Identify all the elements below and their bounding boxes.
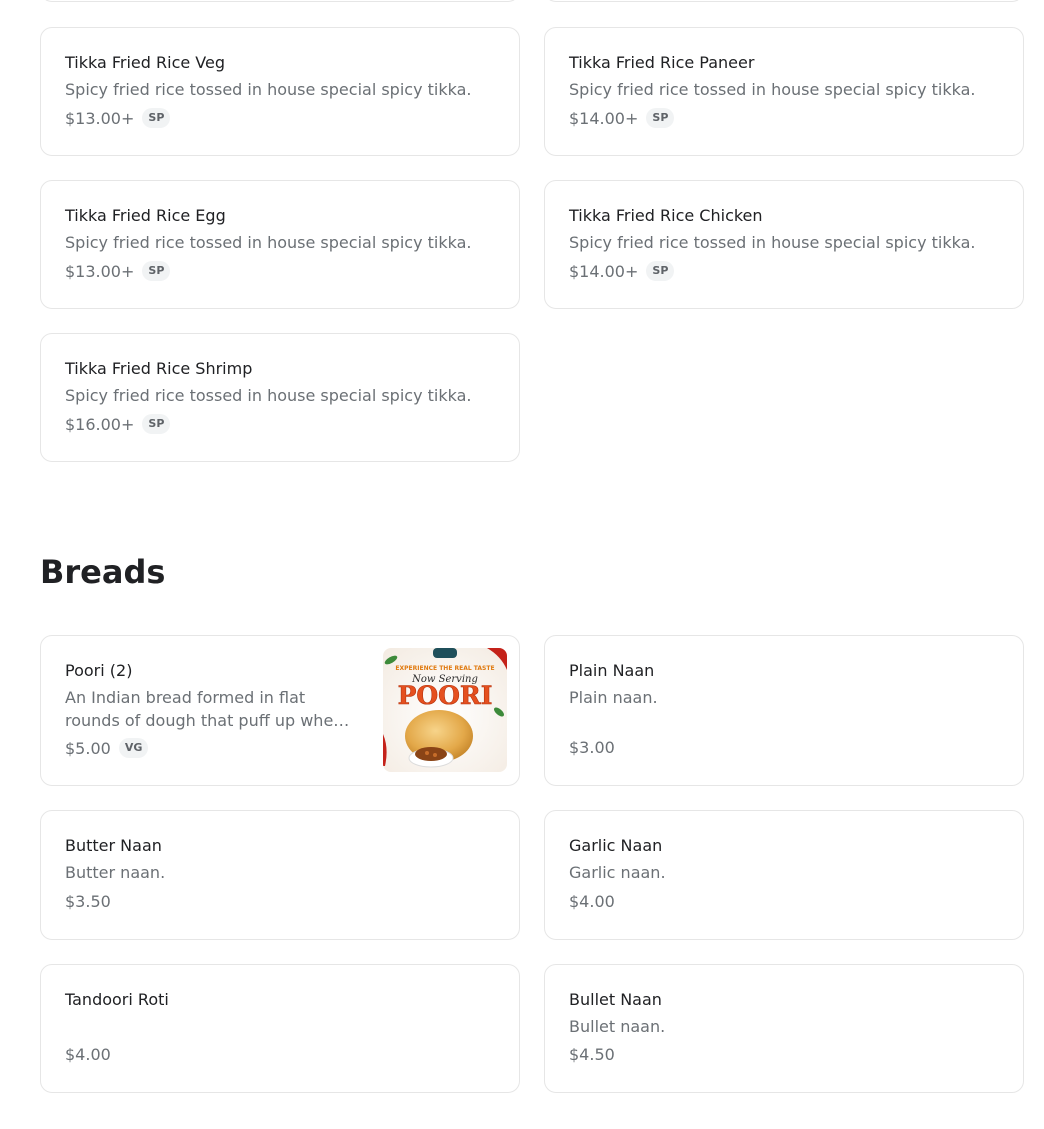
item-price: $4.00 xyxy=(569,892,615,911)
image-headline: POORI xyxy=(398,681,493,710)
menu-item-card[interactable]: Tandoori Roti $4.00 xyxy=(40,964,520,1093)
spicy-badge: SP xyxy=(142,261,171,281)
item-name: Tikka Fried Rice Paneer xyxy=(569,53,755,72)
item-name: Tikka Fried Rice Egg xyxy=(65,206,226,225)
menu-item-card[interactable]: Plain Naan Plain naan. $3.00 xyxy=(544,635,1024,786)
item-name: Bullet Naan xyxy=(569,990,662,1009)
spicy-badge: SP xyxy=(142,108,171,128)
spicy-badge: SP xyxy=(142,414,171,434)
item-price: $4.00 xyxy=(65,1045,111,1064)
item-description: Spicy fried rice tossed in house special… xyxy=(65,386,472,405)
previous-card-edge xyxy=(40,0,520,2)
image-tagline: EXPERIENCE THE REAL TASTE xyxy=(395,665,494,672)
menu-item-card[interactable]: Tikka Fried Rice Veg Spicy fried rice to… xyxy=(40,27,520,156)
item-description: Garlic naan. xyxy=(569,863,666,882)
menu-item-card[interactable]: Garlic Naan Garlic naan. $4.00 xyxy=(544,810,1024,940)
spicy-badge: SP xyxy=(646,261,675,281)
item-description: Spicy fried rice tossed in house special… xyxy=(65,80,472,99)
item-name: Plain Naan xyxy=(569,661,655,680)
menu-item-card[interactable]: Tikka Fried Rice Paneer Spicy fried rice… xyxy=(544,27,1024,156)
menu-item-card[interactable]: Tikka Fried Rice Chicken Spicy fried ric… xyxy=(544,180,1024,309)
item-price: $14.00+ xyxy=(569,261,639,281)
item-price: $13.00+ xyxy=(65,261,135,281)
item-price: $5.00 xyxy=(65,738,111,758)
section-title: Breads xyxy=(40,553,166,591)
menu-item-card[interactable]: Bullet Naan Bullet naan. $4.50 xyxy=(544,964,1024,1093)
item-price: $16.00+ xyxy=(65,414,135,434)
menu-item-card[interactable]: Tikka Fried Rice Egg Spicy fried rice to… xyxy=(40,180,520,309)
item-price: $13.00+ xyxy=(65,108,135,128)
item-description: Bullet naan. xyxy=(569,1017,666,1036)
item-price: $14.00+ xyxy=(569,108,639,128)
menu-item-card[interactable]: Butter Naan Butter naan. $3.50 xyxy=(40,810,520,940)
spicy-badge: SP xyxy=(646,108,675,128)
item-description: Butter naan. xyxy=(65,863,166,882)
item-name: Garlic Naan xyxy=(569,836,663,855)
item-description: Plain naan. xyxy=(569,688,658,707)
item-description: Spicy fried rice tossed in house special… xyxy=(65,233,472,252)
item-price: $4.50 xyxy=(569,1045,615,1064)
item-price: $3.50 xyxy=(65,892,111,911)
item-name: Tikka Fried Rice Chicken xyxy=(569,206,763,225)
item-price: $3.00 xyxy=(569,738,615,757)
item-name: Tikka Fried Rice Shrimp xyxy=(65,359,253,378)
item-name: Butter Naan xyxy=(65,836,162,855)
item-description: Spicy fried rice tossed in house special… xyxy=(569,233,976,252)
item-description: An Indian bread formed in flat rounds of… xyxy=(65,688,344,730)
previous-card-edge xyxy=(544,0,1024,2)
item-name: Tandoori Roti xyxy=(65,990,169,1009)
poori-photo: EXPERIENCE THE REAL TASTE Now Serving PO… xyxy=(383,648,507,772)
vegan-badge: VG xyxy=(118,738,149,758)
menu-item-card[interactable]: Tikka Fried Rice Shrimp Spicy fried rice… xyxy=(40,333,520,462)
item-name: Tikka Fried Rice Veg xyxy=(65,53,226,72)
item-description: Spicy fried rice tossed in house special… xyxy=(569,80,976,99)
menu-item-card[interactable]: Poori (2) An Indian bread formed in flat… xyxy=(40,635,520,786)
